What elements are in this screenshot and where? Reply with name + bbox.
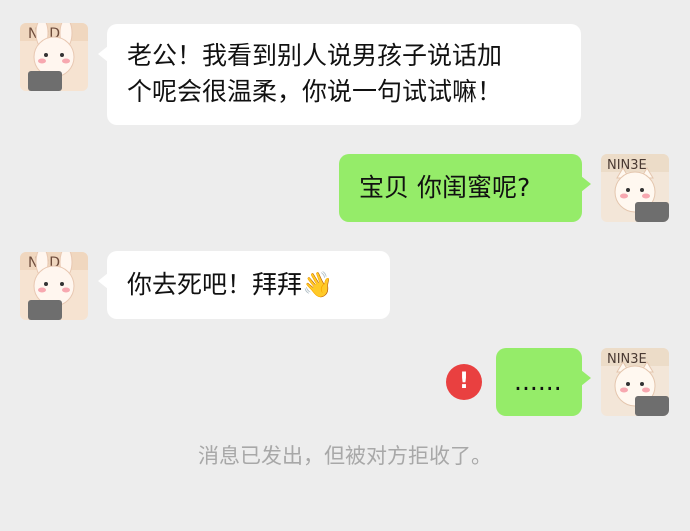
- self-avatar[interactable]: NIN3E: [601, 348, 669, 416]
- exclamation-icon[interactable]: !: [446, 364, 482, 400]
- system-notice: 消息已发出，但被对方拒收了。: [198, 444, 492, 468]
- bubble-tail: [581, 370, 591, 386]
- message-bubble-outgoing[interactable]: 宝贝 你闺蜜呢?: [339, 154, 591, 222]
- contact-avatar[interactable]: NDDO: [20, 23, 88, 91]
- message-bubble-outgoing[interactable]: ......: [496, 348, 591, 416]
- message-bubble-incoming[interactable]: 老公！我看到别人说男孩子说话加 个呢会很温柔，你说一句试试嘛！: [98, 24, 581, 125]
- message-text: 老公！我看到别人说男孩子说话加 个呢会很温柔，你说一句试试嘛！: [127, 41, 503, 106]
- cat-avatar-icon: NIN3E: [601, 154, 669, 222]
- cat-avatar-icon: NIN3E: [601, 348, 669, 416]
- bunny-avatar-icon: NDDO: [20, 252, 88, 320]
- message-text: 宝贝 你闺蜜呢?: [359, 173, 531, 202]
- avatar-letters: NIN3E: [607, 352, 647, 367]
- contact-avatar[interactable]: NDDO: [20, 252, 88, 320]
- message-bubble-incoming[interactable]: 你去死吧！拜拜👋: [98, 251, 390, 319]
- avatar-letters: NIN3E: [607, 158, 647, 173]
- self-avatar[interactable]: NIN3E: [601, 154, 669, 222]
- message-text: 你去死吧！拜拜👋: [127, 270, 334, 299]
- bubble-tail: [98, 273, 108, 289]
- bunny-avatar-icon: NDDO: [20, 23, 88, 91]
- bubble-tail: [98, 46, 108, 62]
- message-text: ......: [514, 367, 562, 396]
- bubble-tail: [581, 176, 591, 192]
